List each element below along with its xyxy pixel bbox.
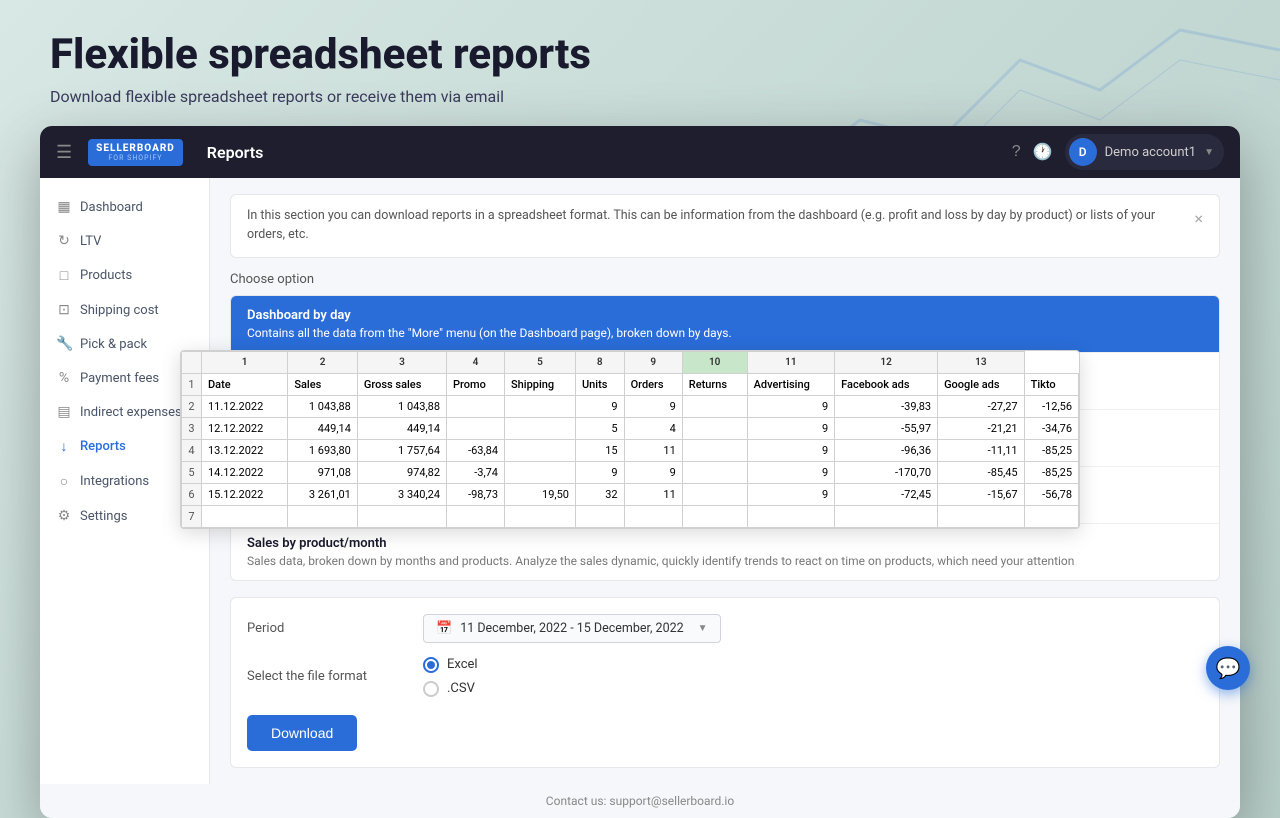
chat-bubble[interactable]: 💬	[1206, 646, 1250, 690]
settings-icon: ⚙	[56, 508, 72, 524]
info-text: In this section you can download reports…	[247, 207, 1184, 245]
chevron-down-icon: ▼	[698, 623, 708, 634]
spreadsheet-overlay: 1 2 3 4 5 8 9 10 11 12 13 1 Date Sales G…	[180, 350, 1080, 529]
table-row: 3 12.12.2022 449,14 449,14 5 4 9 -55,97 …	[182, 418, 1079, 440]
sidebar-label: Settings	[80, 509, 127, 524]
integrations-icon: ○	[56, 473, 72, 490]
period-label: Period	[247, 621, 407, 636]
spreadsheet-table: 1 2 3 4 5 8 9 10 11 12 13 1 Date Sales G…	[181, 351, 1079, 528]
sidebar-item-shipping-cost[interactable]: ⊡ Shipping cost	[40, 293, 209, 327]
table-row: 1 Date Sales Gross sales Promo Shipping …	[182, 374, 1079, 396]
option-title: Sales by product/month	[247, 536, 1203, 551]
format-excel[interactable]: Excel	[423, 657, 478, 673]
sidebar-label: Pick & pack	[80, 337, 147, 352]
option-sales-by-product-month[interactable]: Sales by product/month Sales data, broke…	[231, 524, 1219, 580]
format-row: Select the file format Excel .CSV	[247, 657, 1203, 697]
hamburger-icon[interactable]: ☰	[56, 142, 72, 163]
col-2: 2	[288, 352, 358, 374]
hero-section: Flexible spreadsheet reports Download fl…	[0, 0, 1280, 126]
username: Demo account1	[1105, 145, 1196, 160]
format-label: Select the file format	[247, 669, 407, 684]
col-10: 10	[682, 352, 747, 374]
table-row: 6 15.12.2022 3 261,01 3 340,24 -98,73 19…	[182, 484, 1079, 506]
period-value: 11 December, 2022 - 15 December, 2022	[460, 621, 683, 636]
user-menu[interactable]: D Demo account1 ▼	[1065, 134, 1224, 170]
payment-icon: %	[56, 370, 72, 386]
sidebar-label: Indirect expenses	[80, 405, 182, 420]
app-logo: SELLERBOARD FOR SHOPIFY	[88, 139, 183, 166]
products-icon: □	[56, 267, 72, 284]
format-excel-label: Excel	[447, 657, 478, 672]
indirect-icon: ▤	[56, 404, 72, 420]
sidebar-label: Integrations	[80, 474, 149, 489]
sidebar-label: Dashboard	[80, 200, 143, 215]
avatar: D	[1069, 138, 1097, 166]
close-icon[interactable]: ×	[1194, 207, 1203, 231]
chevron-down-icon: ▼	[1204, 147, 1214, 158]
option-desc: Sales data, broken down by months and pr…	[247, 554, 1203, 568]
col-13: 13	[938, 352, 1025, 374]
navbar: ☰ SELLERBOARD FOR SHOPIFY Reports ? 🕐 D …	[40, 126, 1240, 178]
col-1: 1	[202, 352, 288, 374]
pick-pack-icon: 🔧	[56, 336, 72, 352]
option-desc: Contains all the data from the "More" me…	[247, 326, 1203, 340]
page-title: Reports	[207, 143, 996, 162]
chat-icon: 💬	[1216, 656, 1241, 680]
period-row: Period 📅 11 December, 2022 - 15 December…	[247, 614, 1203, 643]
col-11: 11	[747, 352, 835, 374]
dashboard-icon: ▦	[56, 199, 72, 215]
format-csv-label: .CSV	[447, 681, 475, 696]
help-icon[interactable]: ?	[1012, 143, 1021, 161]
table-row: 2 11.12.2022 1 043,88 1 043,88 9 9 9 -39…	[182, 396, 1079, 418]
table-row: 7	[182, 506, 1079, 528]
sidebar-label: Products	[80, 268, 132, 283]
contact-bar: Contact us: support@sellerboard.io	[40, 784, 1240, 818]
sidebar-item-dashboard[interactable]: ▦ Dashboard	[40, 190, 209, 224]
format-radio-group: Excel .CSV	[423, 657, 478, 697]
table-row: 5 14.12.2022 971,08 974,82 -3,74 9 9 9 -…	[182, 462, 1079, 484]
option-title: Dashboard by day	[247, 308, 1203, 323]
shipping-icon: ⊡	[56, 302, 72, 318]
sidebar-label: Reports	[80, 439, 126, 454]
sidebar-item-ltv[interactable]: ↻ LTV	[40, 224, 209, 258]
sidebar-label: Payment fees	[80, 371, 159, 386]
choose-option-label: Choose option	[230, 272, 1220, 287]
hero-title: Flexible spreadsheet reports	[50, 30, 1230, 79]
format-csv[interactable]: .CSV	[423, 681, 478, 697]
reports-icon: ↓	[56, 438, 72, 455]
logo-top: SELLERBOARD	[96, 143, 175, 154]
notifications-icon[interactable]: 🕐	[1033, 142, 1053, 162]
corner-cell	[182, 352, 202, 374]
table-row: 4 13.12.2022 1 693,80 1 757,64 -63,84 15…	[182, 440, 1079, 462]
radio-csv[interactable]	[423, 681, 439, 697]
logo-bottom: FOR SHOPIFY	[108, 154, 162, 162]
col-3: 3	[357, 352, 446, 374]
calendar-icon: 📅	[436, 621, 452, 636]
col-5: 5	[505, 352, 576, 374]
sidebar-label: Shipping cost	[80, 303, 159, 318]
sidebar-item-products[interactable]: □ Products	[40, 258, 209, 293]
settings-section: Period 📅 11 December, 2022 - 15 December…	[230, 597, 1220, 768]
period-selector[interactable]: 📅 11 December, 2022 - 15 December, 2022 …	[423, 614, 721, 643]
navbar-actions: ? 🕐 D Demo account1 ▼	[1012, 134, 1224, 170]
info-banner: In this section you can download reports…	[230, 194, 1220, 258]
radio-excel[interactable]	[423, 657, 439, 673]
hero-subtitle: Download flexible spreadsheet reports or…	[50, 87, 1230, 106]
col-4: 4	[447, 352, 505, 374]
option-dashboard-by-day[interactable]: Dashboard by day Contains all the data f…	[231, 296, 1219, 353]
sidebar-label: LTV	[80, 234, 101, 249]
col-12: 12	[835, 352, 938, 374]
contact-text: Contact us: support@sellerboard.io	[546, 794, 734, 808]
col-9: 9	[624, 352, 682, 374]
ltv-icon: ↻	[56, 233, 72, 249]
col-8: 8	[575, 352, 624, 374]
